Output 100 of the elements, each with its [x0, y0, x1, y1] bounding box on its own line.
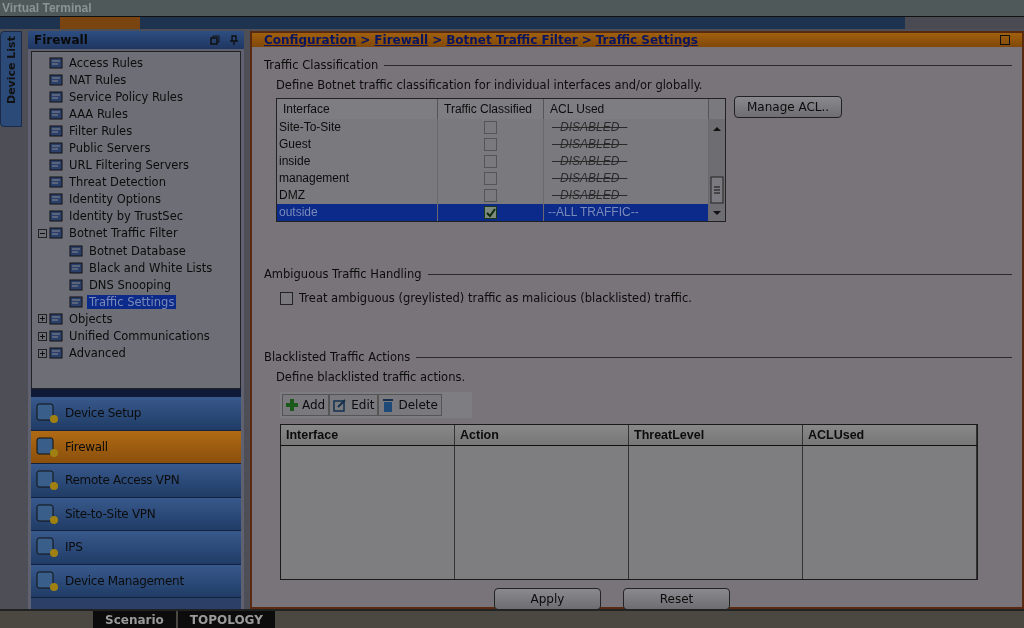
tree-item[interactable]: Identity Options	[67, 192, 164, 207]
nav-section-icon	[35, 401, 61, 426]
window-title: Virtual Terminal	[2, 1, 92, 15]
expander-icon[interactable]	[38, 229, 47, 238]
nav-button[interactable]: Remote Access VPN	[31, 464, 241, 498]
tree-item-icon	[69, 294, 85, 309]
nav-button[interactable]: IPS	[31, 531, 241, 565]
tree-item[interactable]: Objects	[67, 311, 115, 326]
action-button[interactable]: Apply	[494, 588, 601, 610]
tree-item-icon	[49, 158, 65, 173]
interface-name: inside	[279, 153, 311, 170]
bottom-tab[interactable]: Scenario	[93, 611, 176, 628]
breadcrumb-link[interactable]: Traffic Settings	[595, 33, 698, 47]
tree-item[interactable]: DNS Snooping	[87, 277, 174, 292]
trash-icon	[382, 398, 395, 412]
tree-item[interactable]: Unified Communications	[67, 329, 212, 344]
expander-icon[interactable]	[38, 331, 47, 341]
tree-item-icon	[49, 89, 65, 104]
tree-item-icon	[69, 277, 85, 292]
section-description: Define blacklisted traffic actions.	[276, 370, 467, 384]
tree-item-icon	[69, 243, 85, 258]
tree-item[interactable]: Black and White Lists	[87, 260, 215, 275]
tree-item[interactable]: NAT Rules	[67, 72, 129, 87]
tree-item[interactable]: Filter Rules	[67, 123, 135, 138]
tree-item[interactable]: Service Policy Rules	[67, 89, 185, 104]
table-row[interactable]: inside --DISABLED--	[277, 153, 709, 170]
tree-item-icon	[49, 175, 65, 190]
column-header[interactable]: Action	[455, 425, 629, 445]
acl-value: --ALL TRAFFIC--	[547, 204, 639, 221]
tree-item[interactable]: URL Filtering Servers	[67, 158, 192, 173]
bottom-tab[interactable]: TOPOLOGY	[177, 611, 275, 628]
checkbox[interactable]	[484, 121, 497, 134]
column-header[interactable]: ThreatLevel	[629, 425, 803, 445]
tree-item[interactable]: Public Servers	[67, 141, 153, 155]
column-header[interactable]: Traffic Classified	[438, 99, 544, 119]
checkbox[interactable]	[484, 155, 497, 168]
tree-item[interactable]: Identity by TrustSec	[67, 209, 186, 224]
breadcrumb-separator: >	[581, 33, 592, 47]
tree-item[interactable]: Botnet Traffic Filter	[67, 226, 180, 241]
breadcrumb-separator: >	[432, 33, 443, 47]
checkbox[interactable]	[484, 138, 497, 151]
tree-item[interactable]: Traffic Settings	[87, 294, 177, 309]
section-title: Blacklisted Traffic Actions	[264, 350, 411, 364]
breadcrumb-link[interactable]: Firewall	[374, 33, 429, 47]
nav-button[interactable]: Device Setup	[31, 397, 241, 431]
nav-button[interactable]: Device Management	[31, 564, 241, 598]
panel-title: Firewall	[34, 33, 89, 47]
nav-section-icon	[35, 535, 61, 560]
manage-acl-button[interactable]: Manage ACL..	[734, 96, 843, 118]
tree-item-icon	[49, 329, 65, 344]
plus-icon	[286, 399, 298, 411]
tree-item-icon	[49, 192, 65, 207]
tree-item[interactable]: Access Rules	[67, 55, 146, 70]
maximize-icon[interactable]	[1000, 35, 1010, 45]
column-header[interactable]: ACLUsed	[803, 425, 977, 445]
tree-item[interactable]: AAA Rules	[67, 106, 130, 121]
restore-icon[interactable]	[210, 35, 220, 45]
tree-item-icon	[49, 55, 65, 70]
tree-item-icon	[49, 141, 65, 155]
interface-name: management	[279, 170, 350, 187]
splitter-handle[interactable]	[31, 389, 241, 397]
breadcrumb-separator: >	[360, 33, 371, 47]
scrollbar[interactable]	[709, 119, 725, 221]
acl-value: --DISABLED--	[551, 170, 628, 187]
table-row[interactable]: management --DISABLED--	[277, 170, 709, 187]
interface-name: DMZ	[279, 187, 305, 204]
toolbar-button[interactable]: Edit	[329, 394, 379, 416]
table-row[interactable]: Guest --DISABLED--	[277, 136, 709, 153]
column-header[interactable]: ACL Used	[544, 99, 709, 119]
edit-icon	[333, 398, 348, 412]
checkbox-label[interactable]: Treat ambiguous (greylisted) traffic as malicious (blacklisted) traffic.	[299, 291, 692, 305]
toolbar-button[interactable]: Delete	[378, 394, 442, 416]
checkbox[interactable]	[280, 291, 293, 305]
tree-item[interactable]: Advanced	[67, 346, 128, 361]
interface-name: outside	[279, 204, 318, 221]
checkbox[interactable]	[484, 189, 497, 202]
table-row[interactable]: outside --ALL TRAFFIC--	[277, 204, 709, 221]
column-header[interactable]: Interface	[281, 425, 455, 445]
toolbar-button[interactable]: Add	[282, 394, 330, 416]
nav-button[interactable]: Firewall	[31, 430, 241, 464]
tree-item-icon	[49, 106, 65, 121]
checkbox[interactable]	[484, 206, 497, 219]
nav-button[interactable]: Site-to-Site VPN	[31, 497, 241, 531]
action-button[interactable]: Reset	[623, 588, 730, 610]
device-list-tab[interactable]: Device List	[0, 31, 22, 127]
tree-item[interactable]: Threat Detection	[67, 175, 168, 190]
expander-icon[interactable]	[38, 348, 47, 358]
nav-section-icon	[35, 568, 61, 593]
column-header[interactable]: Interface	[277, 99, 438, 119]
tree-item-icon	[49, 209, 65, 224]
table-row[interactable]: Site-To-Site --DISABLED--	[277, 119, 709, 136]
breadcrumb-link[interactable]: Botnet Traffic Filter	[446, 33, 578, 47]
pin-icon[interactable]	[230, 35, 238, 45]
tree-item-icon	[49, 226, 65, 241]
tree-item[interactable]: Botnet Database	[87, 243, 188, 258]
breadcrumb-link[interactable]: Configuration	[264, 33, 357, 47]
checkbox[interactable]	[484, 172, 497, 185]
expander-icon[interactable]	[38, 314, 47, 324]
tree-item-icon	[69, 260, 85, 275]
section-title: Traffic Classification	[264, 58, 379, 72]
